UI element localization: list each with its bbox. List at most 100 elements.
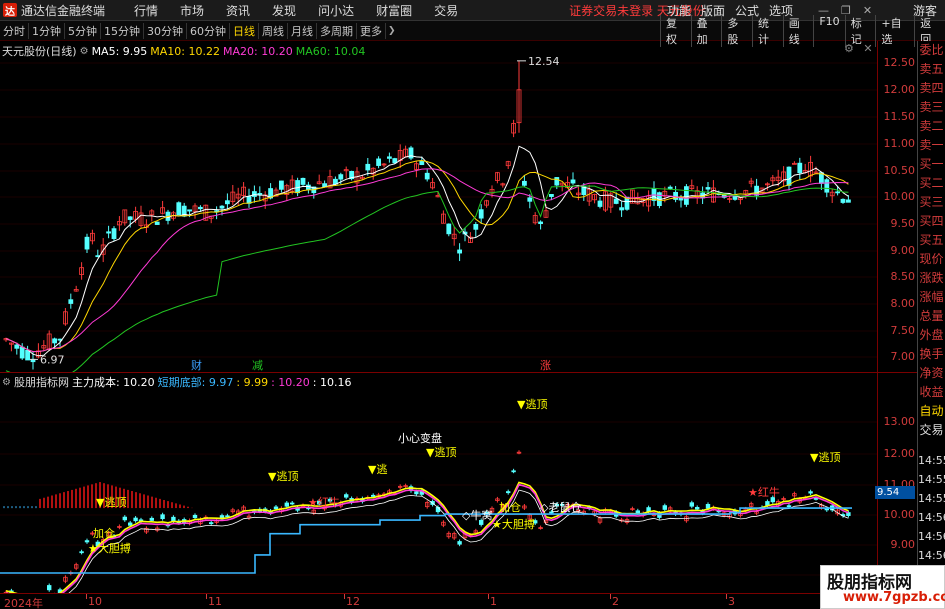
indicator-candle-body (695, 506, 700, 510)
period-tab-5min[interactable]: 5分钟 (65, 22, 101, 39)
price-tick-label: 7.00 (890, 350, 916, 363)
event-marker[interactable]: 财 (191, 358, 202, 372)
menu-item-market[interactable]: 市场 (169, 2, 215, 19)
stock-label: 天元股份(日线) (2, 45, 77, 58)
period-tab-more[interactable]: 更多 (357, 22, 386, 39)
period-toolbar: 分时 1分钟 5分钟 15分钟 30分钟 60分钟 日线 周线 月线 多周期 更… (0, 14, 945, 47)
main-menu: 行情 市场 资讯 发现 问小达 财富圈 交易 (123, 2, 469, 19)
close-chart-icon[interactable]: ✕ (863, 42, 872, 55)
candle-body (419, 160, 425, 166)
indicator-annotation: ★红牛 (308, 495, 340, 509)
sidebar-item[interactable]: 净资 (918, 364, 945, 383)
sidebar-item[interactable]: 涨跌 (918, 269, 945, 288)
settings-gear-icon[interactable]: ⚙ (80, 46, 89, 57)
date-tick-label: 2 (612, 595, 619, 608)
indicator-candle-body (289, 502, 295, 505)
candle-body (554, 177, 560, 186)
sidebar-item[interactable]: 卖四 (918, 79, 945, 98)
period-tab-daily[interactable]: 日线 (230, 22, 259, 39)
low-price-marker: 6.97 (40, 353, 65, 366)
app-logo-icon: 达 (3, 3, 17, 18)
price-tick-label: 9.00 (890, 244, 916, 257)
sidebar-item[interactable]: 换手 (918, 345, 945, 364)
sidebar-item[interactable]: 外盘 (918, 326, 945, 345)
sidebar-item[interactable]: 总量 (918, 307, 945, 326)
menu-item-wealth[interactable]: 财富圈 (365, 2, 423, 19)
sidebar-item[interactable]: 买一 (918, 155, 945, 174)
event-marker[interactable]: 涨 (540, 359, 551, 372)
period-tab-multi[interactable]: 多周期 (317, 22, 357, 39)
candle-body (295, 180, 301, 194)
candle-body (19, 346, 25, 359)
ma60-label: MA60: 10.04 (295, 44, 366, 58)
indicator-candle-body (705, 504, 711, 509)
indicator-chart[interactable]: ▼逃顶▼逃顶▼逃▼逃顶▼逃顶▼逃顶小心变盘加仓★大胆搏★红牛★红牛◇牛窝加仓★大… (0, 388, 877, 593)
indicator-tick-label: 10.00 (883, 508, 916, 521)
sidebar-item[interactable]: 自动 (918, 402, 945, 421)
period-tab-monthly[interactable]: 月线 (288, 22, 317, 39)
sidebar-item[interactable]: 涨幅 (918, 288, 945, 307)
price-tick-label: 9.50 (890, 217, 916, 230)
period-tab-15min[interactable]: 15分钟 (101, 22, 144, 39)
candle-body (527, 197, 533, 202)
sidebar-item[interactable]: 收益 (918, 383, 945, 402)
period-tab-30min[interactable]: 30分钟 (144, 22, 187, 39)
candle-body (424, 172, 430, 180)
sidebar-item[interactable]: 买三 (918, 193, 945, 212)
candle-body (786, 166, 792, 186)
price-tick-label: 12.50 (883, 56, 916, 69)
date-tick-label: 10 (88, 595, 102, 608)
sidebar-item[interactable]: 委比 (918, 41, 945, 60)
event-marker[interactable]: 减 (252, 359, 263, 372)
candle-body (667, 186, 673, 189)
menu-item-trade[interactable]: 交易 (423, 2, 469, 19)
candlestick-chart[interactable]: 12.54 6.97 财 减 涨 (0, 41, 877, 372)
candle-body (111, 228, 117, 240)
indicator-candle-body (127, 522, 133, 526)
sidebar-item[interactable]: 卖二 (918, 117, 945, 136)
period-tab-1min[interactable]: 1分钟 (29, 22, 65, 39)
indicator-annotation: 加仓 (93, 526, 115, 540)
sidebar-item[interactable]: 卖五 (918, 60, 945, 79)
price-tick-label: 11.50 (883, 110, 916, 123)
menu-item-discover[interactable]: 发现 (261, 2, 307, 19)
candle-body (25, 349, 31, 361)
menu-item-quotes[interactable]: 行情 (123, 2, 169, 19)
sidebar-time-item: 14:56 (918, 549, 945, 562)
ma20-label: MA20: 10.20 (223, 44, 293, 58)
candle-body (457, 249, 463, 254)
candle-body (570, 179, 576, 184)
candle-body (376, 158, 382, 166)
ma60-line (5, 185, 849, 372)
sidebar-item[interactable]: 买二 (918, 174, 945, 193)
price-tick-label: 12.00 (883, 83, 916, 96)
menu-item-ask[interactable]: 问小达 (307, 2, 365, 19)
indicator-candle-body (160, 514, 165, 520)
indicator-candle-body (662, 505, 667, 510)
candle-body (754, 185, 759, 196)
indicator-candle-body (435, 507, 441, 513)
indicator-candle-body (122, 516, 127, 521)
sidebar-item[interactable]: 交易 (918, 421, 945, 440)
settings-gear-icon[interactable]: ⚙ (2, 377, 11, 388)
period-tab-intraday[interactable]: 分时 (0, 22, 29, 39)
menu-item-news[interactable]: 资讯 (215, 2, 261, 19)
indicator-candle-body (414, 491, 419, 495)
settings-icon[interactable]: ⚙ (844, 42, 854, 55)
indicator-candle-body (133, 517, 138, 522)
indicator-candle-body (192, 514, 198, 519)
candle-body (846, 199, 851, 203)
sidebar-item[interactable]: 买四 (918, 212, 945, 231)
chevron-right-icon[interactable]: ❯ (388, 26, 396, 36)
sidebar-item[interactable]: 卖一 (918, 136, 945, 155)
indicator-candle-body (505, 491, 511, 494)
sidebar-item[interactable]: 买五 (918, 231, 945, 250)
candle-body (840, 198, 846, 203)
indicator-annotation: ▼逃顶 (810, 451, 840, 464)
period-tab-weekly[interactable]: 周线 (259, 22, 288, 39)
sidebar-item[interactable]: 卖三 (918, 98, 945, 117)
sidebar-item[interactable]: 现价 (918, 250, 945, 269)
watermark-logo: 股朋指标网 www.7gpzb.com (820, 565, 945, 609)
period-tab-60min[interactable]: 60分钟 (187, 22, 230, 39)
candle-body (392, 158, 398, 164)
